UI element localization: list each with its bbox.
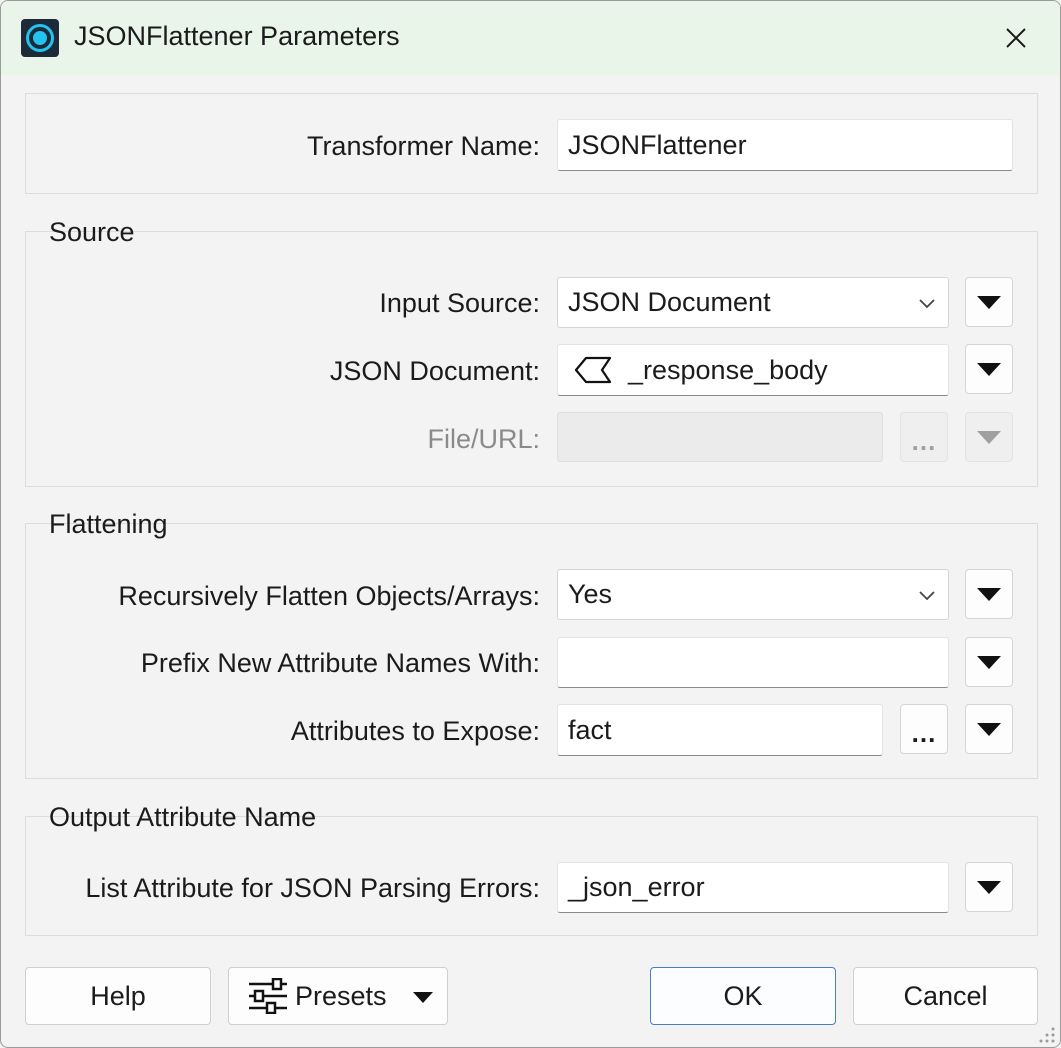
json-errors-input[interactable]: _json_error [557, 862, 949, 913]
input-source-menu-button[interactable] [965, 277, 1013, 327]
ellipsis-icon: ... [911, 425, 937, 456]
help-button[interactable]: Help [25, 967, 211, 1025]
prefix-label: Prefix New Attribute Names With: [140, 648, 540, 678]
file-url-input[interactable] [557, 412, 883, 462]
recursive-flatten-label: Recursively Flatten Objects/Arrays: [118, 581, 540, 611]
file-url-label: File/URL: [427, 424, 540, 454]
fme-workbench-icon [21, 19, 59, 57]
ellipsis-icon: ... [911, 717, 937, 748]
resize-grip-icon[interactable] [1037, 1025, 1057, 1045]
recursive-flatten-menu-button[interactable] [965, 569, 1013, 619]
json-document-input[interactable]: _response_body [557, 344, 949, 396]
dropdown-arrow-icon [977, 880, 1001, 894]
chevron-down-icon [919, 590, 935, 600]
window-title: JSONFlattener Parameters [74, 21, 400, 51]
dropdown-arrow-icon [977, 295, 1001, 309]
dialog-window: JSONFlattener Parameters Transformer Nam… [0, 0, 1061, 1048]
presets-button-label: Presets [295, 980, 387, 1011]
presets-button[interactable]: Presets [228, 967, 448, 1025]
close-button[interactable] [991, 13, 1041, 63]
json-errors-label: List Attribute for JSON Parsing Errors: [85, 873, 540, 903]
transformer-name-input[interactable]: JSONFlattener [557, 119, 1013, 171]
attributes-to-expose-label: Attributes to Expose: [290, 716, 540, 746]
input-source-label: Input Source: [379, 288, 540, 318]
json-document-menu-button[interactable] [965, 344, 1013, 394]
cancel-button[interactable]: Cancel [853, 967, 1038, 1025]
prefix-menu-button[interactable] [965, 637, 1013, 687]
transformer-name-value: JSONFlattener [568, 129, 747, 160]
json-document-value: _response_body [628, 354, 828, 385]
input-source-combo[interactable]: JSON Document [557, 277, 949, 328]
ok-button-label: OK [723, 980, 763, 1011]
attributes-to-expose-menu-button[interactable] [965, 704, 1013, 754]
recursive-flatten-combo[interactable]: Yes [557, 569, 949, 620]
dropdown-arrow-icon [977, 655, 1001, 669]
dropdown-arrow-icon [413, 992, 433, 1003]
file-url-menu-button[interactable] [965, 412, 1013, 462]
json-errors-value: _json_error [568, 872, 705, 902]
dropdown-arrow-icon [977, 587, 1001, 601]
recursive-flatten-value: Yes [568, 579, 613, 609]
json-errors-menu-button[interactable] [965, 862, 1013, 912]
sliders-icon [249, 978, 287, 1014]
transformer-name-label: Transformer Name: [306, 131, 540, 161]
title-bar: JSONFlattener Parameters [1, 1, 1060, 75]
attributes-to-expose-browse-button[interactable]: ... [900, 704, 948, 754]
dropdown-arrow-icon [977, 362, 1001, 376]
output-group-title: Output Attribute Name [49, 802, 317, 832]
source-group-title: Source [49, 217, 135, 247]
ok-button[interactable]: OK [650, 967, 836, 1025]
chevron-down-icon [919, 298, 935, 308]
flattening-group-title: Flattening [49, 509, 168, 539]
cancel-button-label: Cancel [903, 980, 988, 1011]
prefix-input[interactable] [557, 637, 949, 688]
dropdown-arrow-icon [977, 430, 1001, 444]
attributes-to-expose-value: fact [568, 714, 612, 745]
attribute-icon [574, 356, 614, 384]
file-url-browse-button[interactable]: ... [900, 412, 948, 462]
close-icon [1006, 28, 1026, 48]
json-document-label: JSON Document: [329, 356, 540, 386]
input-source-value: JSON Document [568, 287, 771, 317]
attributes-to-expose-input[interactable]: fact [557, 704, 883, 756]
dropdown-arrow-icon [977, 722, 1001, 736]
help-button-label: Help [90, 980, 146, 1011]
